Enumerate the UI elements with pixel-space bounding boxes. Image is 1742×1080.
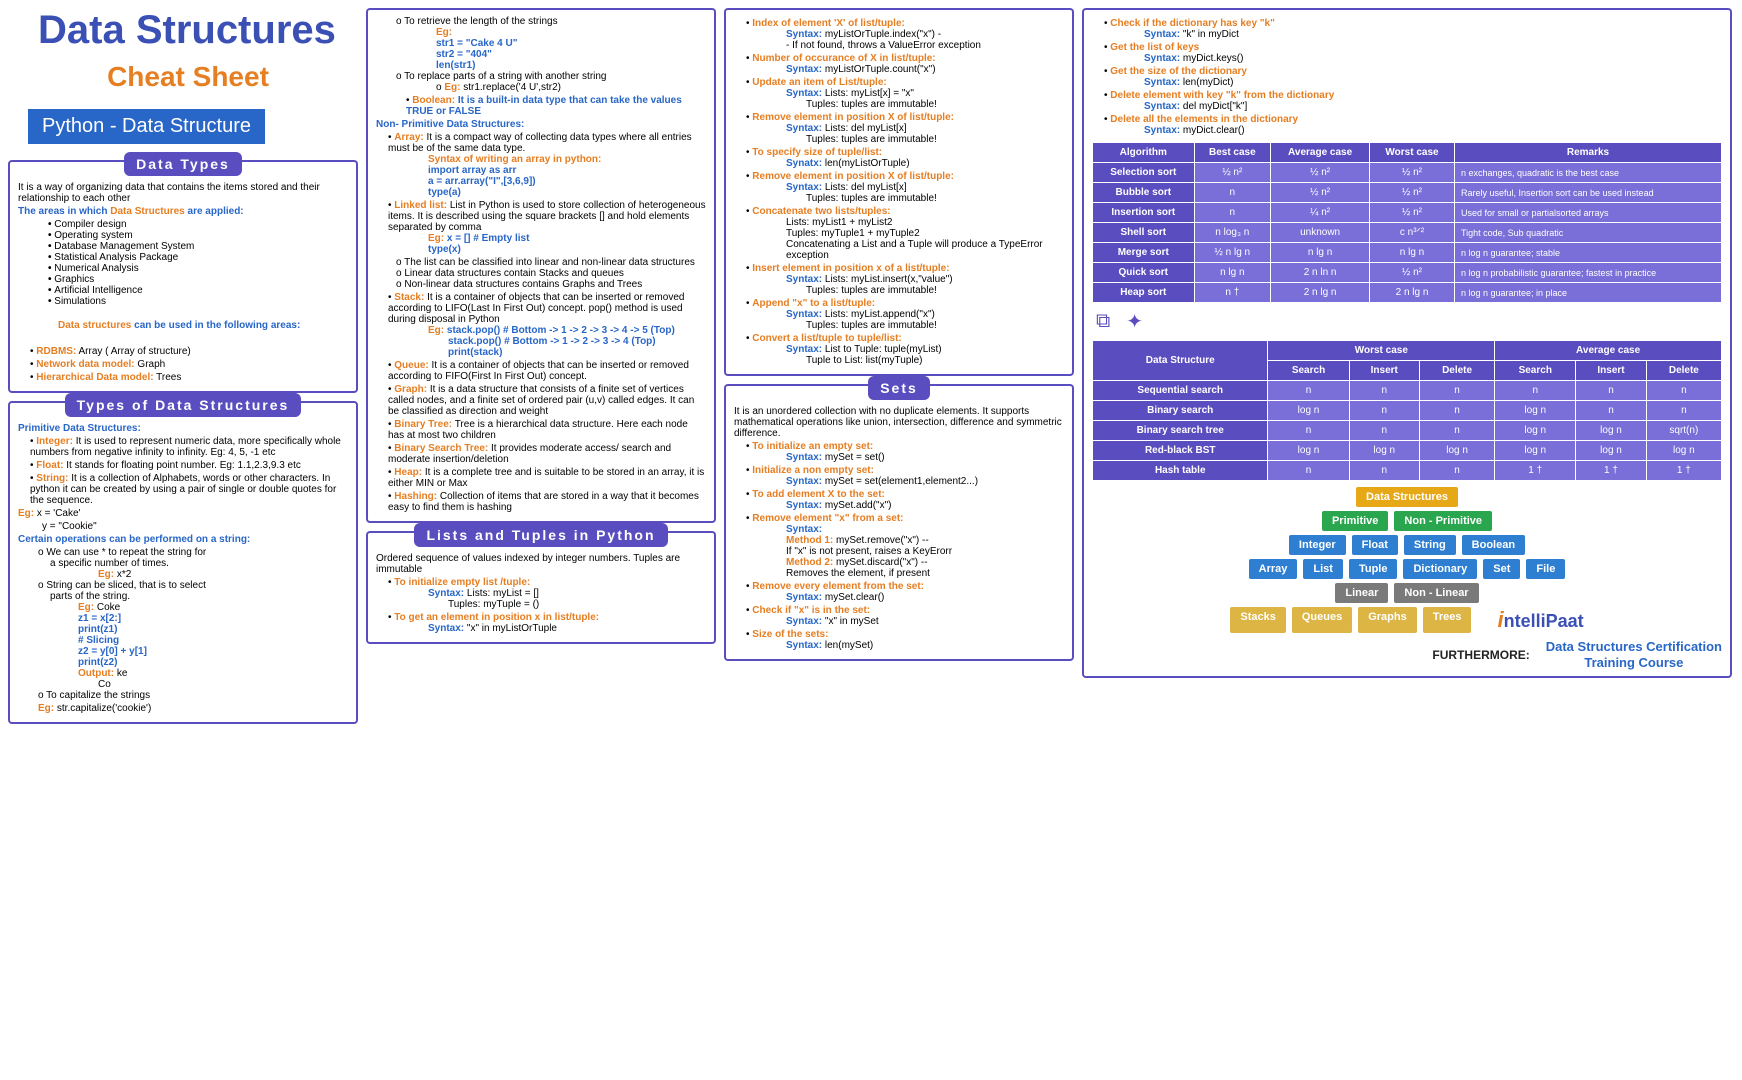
panel-data-types: Data Types It is a way of organizing dat… — [8, 160, 358, 393]
section-head-data-types: Data Types — [124, 152, 242, 176]
panel-lists-continued: • Index of element 'X' of list/tuple: Sy… — [724, 8, 1074, 376]
primitive-label: Primitive Data Structures: — [18, 423, 348, 434]
section-head-sets: Sets — [868, 376, 930, 400]
data-types-intro: It is a way of organizing data that cont… — [18, 182, 348, 204]
brand-logo: intelliPaat — [1497, 607, 1583, 633]
panel-lists-tuples: Lists and Tuples in Python Ordered seque… — [366, 531, 716, 644]
panel-types-ds: Types of Data Structures Primitive Data … — [8, 401, 358, 724]
furthermore-label: FURTHERMORE: — [1432, 648, 1529, 662]
algorithm-complexity-table: AlgorithmBest caseAverage caseWorst case… — [1092, 142, 1722, 303]
panel-col2-continued: To retrieve the length of the strings Eg… — [366, 8, 716, 523]
language-tag: Python - Data Structure — [28, 109, 265, 144]
page-title: Data Structures — [38, 8, 358, 53]
panel-sets: Sets It is an unordered collection with … — [724, 384, 1074, 661]
footer: FURTHERMORE: Data Structures Certificati… — [1092, 639, 1722, 670]
use-label: Data structures can be used in the follo… — [18, 320, 348, 331]
graph-icon: ✦ — [1126, 309, 1143, 334]
panel-dict-tables: • Check if the dictionary has key "k"Syn… — [1082, 8, 1732, 678]
nonprim-label: Non- Primitive Data Structures: — [376, 119, 706, 130]
cta-link[interactable]: Data Structures CertificationTraining Co… — [1546, 639, 1722, 670]
ds-icons: ⧉✦ — [1096, 309, 1722, 334]
models-list: • RDBMS: Array ( Array of structure) • N… — [18, 346, 348, 383]
ds-hierarchy-tree: Data Structures PrimitiveNon - Primitive… — [1092, 487, 1722, 633]
section-head-lists: Lists and Tuples in Python — [414, 523, 667, 547]
subtitle: Cheat Sheet — [18, 61, 358, 93]
areas-label: The areas in which Data Structures are a… — [18, 206, 348, 217]
string-ops-label: Certain operations can be performed on a… — [18, 534, 348, 545]
areas-list: Compiler designOperating systemDatabase … — [18, 219, 348, 307]
section-head-types: Types of Data Structures — [65, 393, 302, 417]
tree-icon: ⧉ — [1096, 310, 1110, 333]
data-structure-complexity-table: Data StructureWorst caseAverage case Sea… — [1092, 340, 1722, 481]
